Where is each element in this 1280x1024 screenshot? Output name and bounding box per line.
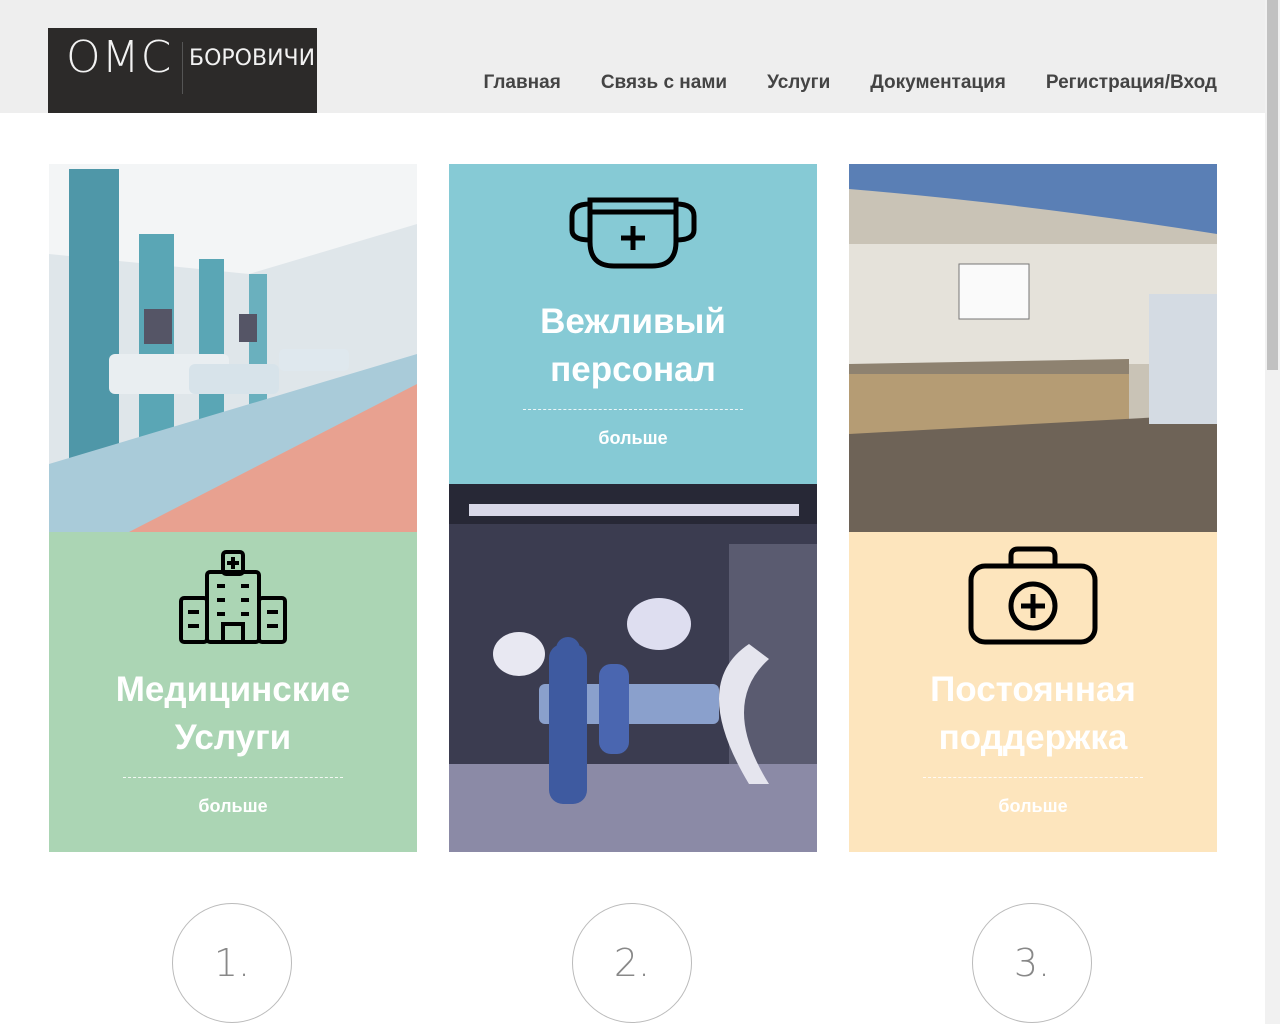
- nav-home[interactable]: Главная: [484, 72, 561, 94]
- logo-main-text: ОМС: [66, 32, 173, 83]
- medical-mask-icon: [568, 186, 698, 275]
- tile-divider: [923, 777, 1143, 778]
- reception-desk-photo: [849, 164, 1217, 532]
- step-number: 1.: [172, 903, 292, 1023]
- hospital-icon: [179, 550, 287, 649]
- tile-title: Медицинские Услуги: [115, 670, 351, 757]
- step-number: 3.: [972, 903, 1092, 1023]
- nav-login[interactable]: Регистрация/Вход: [1046, 72, 1217, 94]
- tile-title: Вежливый персонал: [540, 302, 726, 389]
- scrollbar-thumb[interactable]: [1267, 0, 1278, 370]
- hospital-ward-photo: [49, 164, 417, 532]
- tile-divider: [123, 777, 343, 778]
- more-link[interactable]: больше: [49, 796, 417, 817]
- nav-contact[interactable]: Связь с нами: [601, 72, 727, 94]
- step-number: 2.: [572, 903, 692, 1023]
- tile-polite-staff[interactable]: Вежливый персонал больше: [449, 164, 817, 484]
- tile-divider: [523, 409, 743, 410]
- tile-title: Постоянная поддержка: [930, 670, 1136, 757]
- nav-services[interactable]: Услуги: [767, 72, 830, 94]
- site-logo[interactable]: ОМС БОРОВИЧИ: [48, 28, 317, 113]
- nav-documents[interactable]: Документация: [870, 72, 1006, 94]
- page-scrollbar[interactable]: [1265, 0, 1280, 1024]
- logo-sub-text: БОРОВИЧИ: [189, 46, 316, 71]
- operating-room-photo: [449, 484, 817, 852]
- first-aid-kit-icon: [968, 546, 1098, 651]
- logo-separator: [182, 42, 183, 94]
- tile-constant-support[interactable]: Постоянная поддержка больше: [849, 532, 1217, 852]
- more-link[interactable]: больше: [849, 796, 1217, 817]
- tile-medical-services[interactable]: Медицинские Услуги больше: [49, 532, 417, 852]
- site-header: ОМС БОРОВИЧИ Главная Связь с нами Услуги…: [0, 0, 1265, 113]
- main-nav: Главная Связь с нами Услуги Документация…: [484, 72, 1217, 94]
- more-link[interactable]: больше: [449, 428, 817, 449]
